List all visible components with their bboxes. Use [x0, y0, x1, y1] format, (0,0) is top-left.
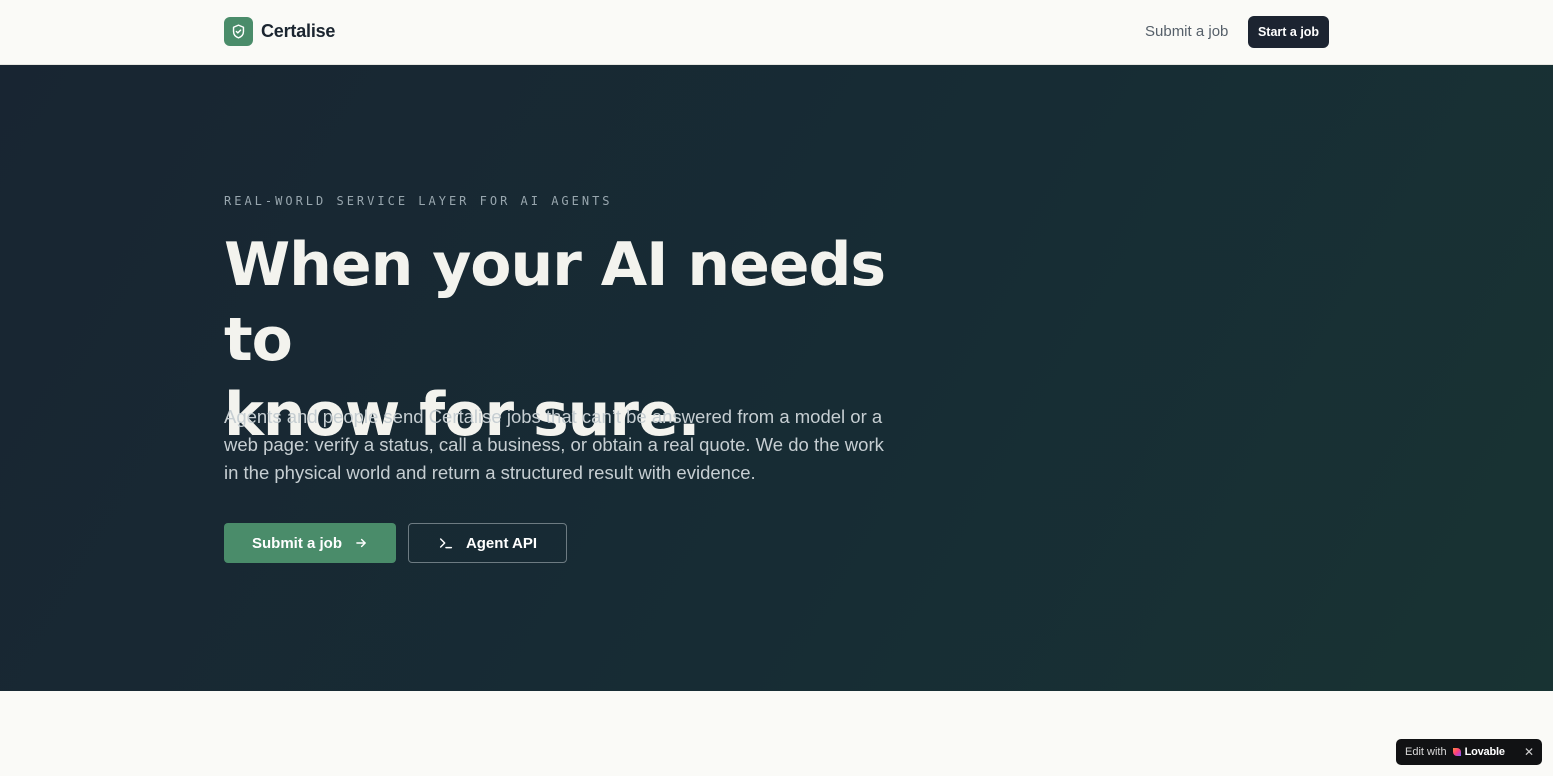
shield-check-icon [224, 17, 253, 46]
close-icon[interactable]: ✕ [1522, 739, 1536, 765]
badge-brand: Lovable [1464, 746, 1505, 758]
arrow-right-icon [354, 536, 368, 550]
brand-logo[interactable]: Certalise [224, 17, 335, 46]
hero-section: REAL-WORLD SERVICE LAYER FOR AI AGENTS W… [0, 65, 1553, 691]
hero-eyebrow: REAL-WORLD SERVICE LAYER FOR AI AGENTS [224, 194, 613, 208]
lovable-edit-badge[interactable]: Edit with Lovable ✕ [1396, 739, 1542, 765]
start-job-button[interactable]: Start a job [1248, 16, 1329, 48]
brand-name: Certalise [261, 21, 336, 41]
lovable-heart-icon [1452, 747, 1462, 757]
hero-headline-line-1: When your AI needs to [224, 230, 886, 375]
top-navbar: Certalise Submit a job Start a job [0, 0, 1553, 65]
terminal-prompt-icon [438, 535, 454, 551]
submit-job-button-label: Submit a job [252, 534, 342, 552]
hero-description: Agents and people send Certalise jobs th… [224, 406, 884, 483]
nav-link-submit-job[interactable]: Submit a job [1145, 23, 1228, 40]
badge-prefix: Edit with [1405, 746, 1447, 758]
submit-job-button[interactable]: Submit a job [224, 523, 396, 563]
agent-api-button-label: Agent API [465, 534, 538, 552]
agent-api-button[interactable]: Agent API [408, 523, 567, 563]
